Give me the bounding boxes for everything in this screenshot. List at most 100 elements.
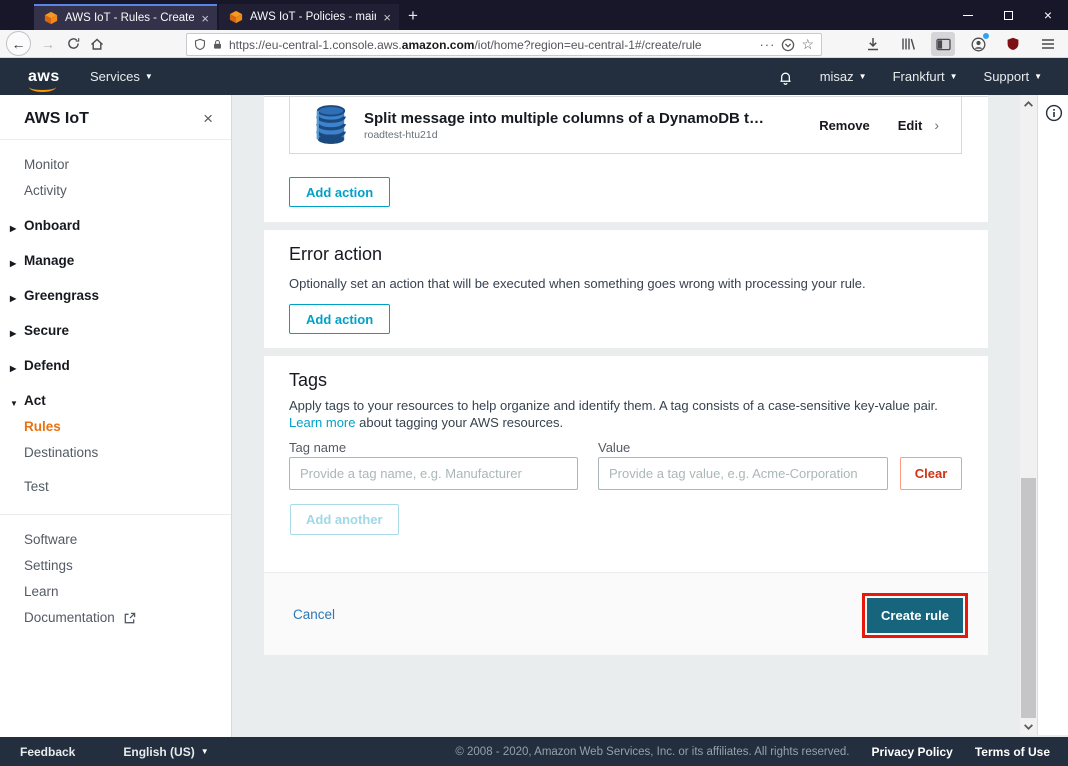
- learn-more-link[interactable]: Learn more: [289, 415, 355, 430]
- chevron-right-icon: ▶: [10, 224, 17, 233]
- chevron-right-icon: ▶: [10, 329, 17, 338]
- rule-action-title: Split message into multiple columns of a…: [364, 109, 765, 127]
- tab-close-icon[interactable]: ×: [201, 12, 209, 25]
- sidebar-item-rules[interactable]: Rules: [0, 414, 231, 440]
- language-selector[interactable]: English (US) ▼: [123, 745, 208, 759]
- error-action-title: Error action: [289, 244, 383, 264]
- browser-toolbar: ← → https://eu-central-1.console.aws.ama…: [0, 30, 1068, 58]
- window-controls: ×: [948, 0, 1068, 30]
- tags-panel: Tags Apply tags to your resources to hel…: [264, 356, 988, 572]
- sidebar-item-activity[interactable]: Activity: [0, 178, 231, 204]
- page-actions-icon[interactable]: ···: [759, 37, 775, 52]
- chevron-right-icon: ▶: [10, 259, 17, 268]
- aws-iot-sidebar: AWS IoT × Monitor Activity ▶ Onboard ▶ Man…: [0, 95, 232, 737]
- tags-description: Apply tags to your resources to help org…: [289, 398, 938, 430]
- main-content: Split message into multiple columns of a…: [264, 95, 988, 737]
- aws-logo[interactable]: aws: [28, 68, 62, 92]
- reload-icon[interactable]: [61, 32, 85, 56]
- rule-action-card: Split message into multiple columns of a…: [289, 97, 962, 154]
- url-bar[interactable]: https://eu-central-1.console.aws.amazon.…: [186, 33, 822, 56]
- sidebar-item-settings[interactable]: Settings: [0, 553, 231, 579]
- external-link-icon: [124, 612, 136, 623]
- aws-nav-right: misaz ▼ Frankfurt ▼ Support ▼: [777, 68, 1042, 86]
- form-footer: Cancel Create rule: [264, 572, 988, 655]
- add-error-action-button[interactable]: Add action: [289, 304, 391, 334]
- terms-of-use-link[interactable]: Terms of Use: [975, 745, 1050, 759]
- dynamodb-icon: [316, 105, 346, 144]
- chevron-down-icon: ▼: [144, 72, 153, 81]
- chevron-down-icon: ▼: [1034, 72, 1042, 81]
- feedback-link[interactable]: Feedback: [20, 745, 75, 759]
- scroll-down-arrow-icon[interactable]: [1023, 721, 1034, 732]
- sidebar-item-defend[interactable]: ▶ Defend: [0, 353, 231, 379]
- new-tab-button[interactable]: +: [408, 6, 418, 26]
- sidebar-item-manage[interactable]: ▶ Manage: [0, 248, 231, 274]
- sidebar-toggle-icon[interactable]: [931, 32, 955, 56]
- vertical-scrollbar[interactable]: [1020, 95, 1037, 735]
- notifications-bell-icon[interactable]: [777, 68, 794, 86]
- cancel-link[interactable]: Cancel: [293, 607, 335, 622]
- console-workspace: AWS IoT × Monitor Activity ▶ Onboard ▶ Man…: [0, 95, 1068, 737]
- info-icon[interactable]: [1045, 104, 1063, 122]
- privacy-policy-link[interactable]: Privacy Policy: [871, 745, 952, 759]
- tab-title: AWS IoT - Rules - Create a rule: [65, 12, 195, 24]
- tracking-protection-shield-icon[interactable]: [194, 38, 206, 51]
- pocket-icon[interactable]: [781, 38, 795, 52]
- create-rule-button[interactable]: Create rule: [867, 598, 963, 633]
- account-notification-dot: [983, 33, 989, 39]
- scrollbar-thumb[interactable]: [1021, 478, 1036, 718]
- tag-value-label: Value: [598, 440, 631, 455]
- edit-action-button[interactable]: Edit: [898, 118, 923, 133]
- sidebar-title: AWS IoT: [24, 110, 89, 127]
- sidebar-item-documentation[interactable]: Documentation: [0, 605, 231, 631]
- add-another-tag-button[interactable]: Add another: [290, 504, 399, 535]
- scroll-up-arrow-icon[interactable]: [1023, 99, 1034, 110]
- copyright-text: © 2008 - 2020, Amazon Web Services, Inc.…: [455, 745, 850, 758]
- tab-title: AWS IoT - Policies - main-polic: [250, 11, 376, 23]
- error-action-panel: Error action Optionally set an action th…: [264, 230, 988, 348]
- tag-name-input[interactable]: [289, 457, 578, 490]
- window-minimize-button[interactable]: [948, 0, 988, 30]
- rule-actions-panel: Split message into multiple columns of a…: [264, 95, 988, 222]
- window-close-button[interactable]: ×: [1028, 0, 1068, 30]
- forward-button[interactable]: →: [35, 36, 61, 52]
- tab-close-icon[interactable]: ×: [383, 11, 391, 24]
- aws-cube-favicon: [44, 11, 58, 25]
- sidebar-item-monitor[interactable]: Monitor: [0, 152, 231, 178]
- region-menu[interactable]: Frankfurt ▼: [893, 69, 958, 84]
- sidebar-item-learn[interactable]: Learn: [0, 579, 231, 605]
- browser-titlebar: AWS IoT - Rules - Create a rule × AWS Io…: [0, 0, 1068, 30]
- account-menu[interactable]: misaz ▼: [820, 69, 867, 84]
- sidebar-item-secure[interactable]: ▶ Secure: [0, 318, 231, 344]
- library-icon[interactable]: [896, 32, 920, 56]
- url-text[interactable]: https://eu-central-1.console.aws.amazon.…: [229, 38, 753, 52]
- sidebar-item-onboard[interactable]: ▶ Onboard: [0, 213, 231, 239]
- error-action-description: Optionally set an action that will be ex…: [289, 276, 866, 291]
- clear-tag-button[interactable]: Clear: [900, 457, 962, 490]
- aws-smile-swoosh: [29, 85, 56, 92]
- downloads-icon[interactable]: [861, 32, 885, 56]
- sidebar-item-test[interactable]: Test: [0, 474, 231, 500]
- window-maximize-button[interactable]: [988, 0, 1028, 30]
- ublock-shield-icon[interactable]: [1001, 32, 1025, 56]
- sidebar-item-greengrass[interactable]: ▶ Greengrass: [0, 283, 231, 309]
- tag-value-input[interactable]: [598, 457, 888, 490]
- services-menu[interactable]: Services ▼: [90, 69, 153, 84]
- add-action-button[interactable]: Add action: [289, 177, 391, 207]
- hamburger-menu-icon[interactable]: [1036, 32, 1060, 56]
- sidebar-close-icon[interactable]: ×: [203, 110, 213, 127]
- bookmark-star-icon[interactable]: ☆: [801, 36, 814, 53]
- back-button[interactable]: ←: [6, 31, 31, 56]
- browser-tab-inactive[interactable]: AWS IoT - Policies - main-polic ×: [219, 4, 399, 30]
- aws-cube-favicon: [229, 10, 243, 24]
- account-icon[interactable]: [966, 32, 990, 56]
- sidebar-item-software[interactable]: Software: [0, 527, 231, 553]
- browser-tab-active[interactable]: AWS IoT - Rules - Create a rule ×: [34, 4, 217, 30]
- sidebar-item-destinations[interactable]: Destinations: [0, 440, 231, 466]
- remove-action-button[interactable]: Remove: [819, 118, 870, 133]
- aws-console-navbar: aws Services ▼ misaz ▼ Frankfurt ▼ Support ▼: [0, 58, 1068, 95]
- sidebar-item-act[interactable]: ▼ Act: [0, 388, 231, 414]
- home-icon[interactable]: [85, 32, 109, 56]
- annotation-highlight-box: Create rule: [862, 593, 968, 638]
- support-menu[interactable]: Support ▼: [984, 69, 1042, 84]
